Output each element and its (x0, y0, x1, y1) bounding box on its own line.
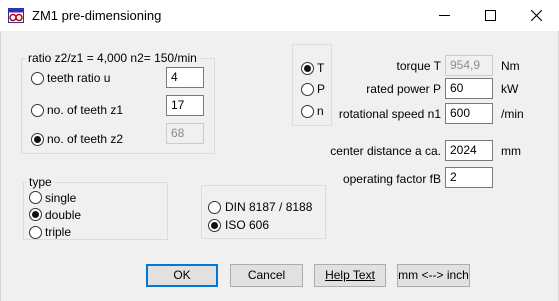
center-distance-unit: mm (501, 144, 521, 158)
radio-mode-torque[interactable] (301, 62, 314, 75)
ok-button[interactable]: OK (146, 264, 218, 287)
type-double-label: double (45, 208, 82, 222)
radio-teeth-ratio[interactable] (31, 72, 44, 85)
operating-factor-input[interactable]: 2 (445, 167, 493, 188)
minimize-button[interactable] (421, 0, 467, 31)
type-group-label: type (27, 175, 54, 189)
torque-label: torque T (396, 59, 441, 73)
teeth-z1-label: no. of teeth z1 (47, 103, 124, 117)
mode-torque-label: T (317, 61, 325, 75)
torque-unit: Nm (501, 59, 520, 73)
standard-din-label: DIN 8187 / 8188 (225, 200, 313, 214)
power-input[interactable]: 60 (445, 78, 493, 99)
radio-mode-power[interactable] (301, 83, 314, 96)
operating-factor-label: operating factor fB (342, 172, 441, 186)
mode-power-label: P (317, 82, 326, 96)
speed-label: rotational speed n1 (338, 107, 441, 121)
power-unit: kW (501, 82, 519, 96)
ratio-group-label: ratio z2/z1 = 4,000 n2= 150/min (26, 51, 199, 65)
maximize-button[interactable] (467, 0, 513, 31)
close-icon (531, 10, 542, 21)
speed-unit: /min (501, 107, 524, 121)
radio-type-single[interactable] (29, 191, 42, 204)
close-button[interactable] (513, 0, 559, 31)
chain-app-icon (8, 8, 24, 23)
center-distance-input[interactable]: 2024 (445, 140, 493, 161)
minimize-icon (439, 15, 450, 16)
center-distance-label: center distance a ca. (330, 144, 441, 158)
type-triple-label: triple (45, 225, 72, 239)
teeth-ratio-label: teeth ratio u (47, 71, 111, 85)
mode-speed-label: n (317, 104, 324, 118)
radio-standard-din[interactable] (208, 201, 221, 214)
radio-teeth-z1[interactable] (31, 104, 44, 117)
torque-input: 954,9 (445, 55, 493, 76)
help-button-label: Help Text (325, 268, 375, 282)
radio-type-double[interactable] (29, 208, 42, 221)
radio-teeth-z2[interactable] (31, 133, 44, 146)
title-bar[interactable]: ZM1 pre-dimensioning (0, 0, 559, 31)
help-button[interactable]: Help Text (314, 264, 386, 287)
radio-mode-speed[interactable] (301, 105, 314, 118)
standard-iso-label: ISO 606 (225, 218, 270, 232)
cancel-button[interactable]: Cancel (230, 264, 303, 287)
teeth-ratio-input[interactable]: 4 (166, 67, 204, 88)
teeth-z2-input: 68 (166, 123, 204, 144)
units-toggle-button[interactable]: mm <--> inch (397, 264, 470, 287)
speed-input[interactable]: 600 (445, 103, 493, 124)
radio-standard-iso[interactable] (208, 219, 221, 232)
maximize-icon (485, 10, 496, 21)
radio-type-triple[interactable] (29, 226, 42, 239)
power-label: rated power P (366, 82, 441, 96)
window-title: ZM1 pre-dimensioning (32, 8, 162, 23)
teeth-z2-label: no. of teeth z2 (47, 132, 124, 146)
teeth-z1-input[interactable]: 17 (166, 95, 204, 116)
type-single-label: single (45, 191, 77, 205)
